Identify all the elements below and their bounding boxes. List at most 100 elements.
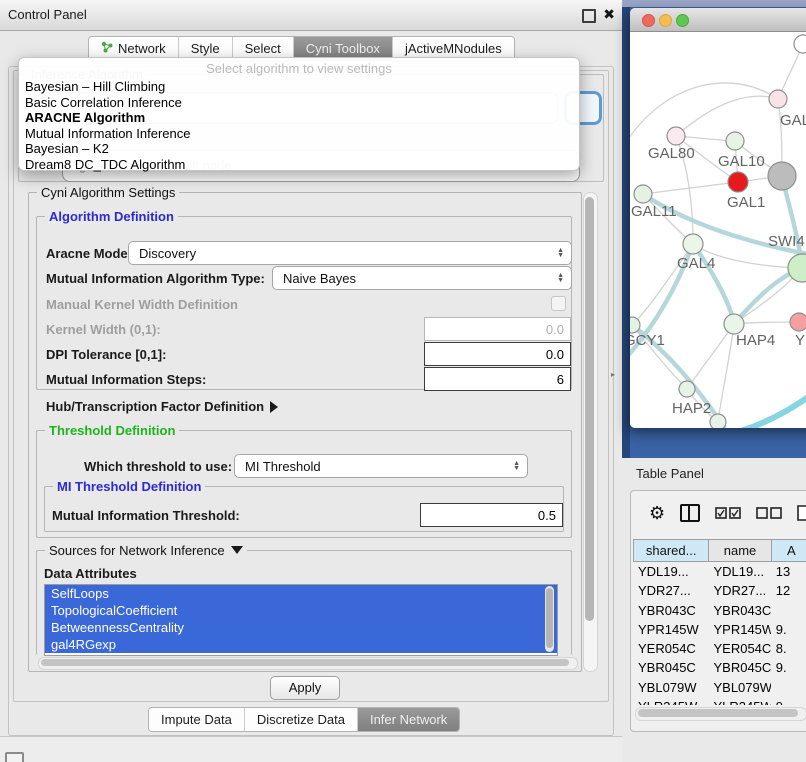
settings-hscrollbar[interactable] [38, 657, 578, 670]
network-node-gal11[interactable] [634, 185, 652, 203]
zoom-traffic-light[interactable] [676, 14, 689, 27]
attribute-item[interactable]: SelfLoops [45, 585, 557, 602]
table-toolbar: ⚙ [631, 491, 806, 535]
mi-steps-input[interactable]: 6 [424, 367, 571, 391]
select-all-icon[interactable] [715, 507, 741, 519]
table-row[interactable]: YER054CYER054C8. [633, 639, 806, 658]
network-node-swi4[interactable] [788, 254, 806, 282]
settings-gear-icon[interactable]: ⚙ [649, 504, 665, 522]
node-label: Y [795, 332, 805, 349]
settings-scrollbar[interactable] [583, 192, 598, 672]
table-cell: YBR045C [633, 658, 708, 677]
which-threshold-combo[interactable]: MI Threshold ▲▼ [234, 454, 528, 478]
algorithm-option[interactable]: Dream8 DC_TDC Algorithm [19, 157, 579, 173]
table-hscrollbar-thumb[interactable] [638, 709, 798, 717]
combo-spinner-icon: ▲▼ [557, 248, 571, 258]
mi-threshold-group-title: MI Threshold Definition [53, 479, 205, 494]
deselect-all-icon[interactable] [756, 507, 782, 519]
table-body: YDL19...YDL19...13YDR27...YDR27...12YBR0… [633, 562, 806, 705]
network-canvas[interactable]: GALGAL80GAL10GAL1GAL11GAL4SWI4GCY1HAP4YH… [630, 32, 806, 428]
close-traffic-light[interactable] [642, 14, 655, 27]
table-row[interactable]: YBL079WYBL079W [633, 678, 806, 697]
table-header-row: shared...nameA [633, 539, 806, 562]
attributes-scrollbar-thumb[interactable] [546, 588, 553, 648]
mi-type-combo[interactable]: Naive Bayes ▲▼ [272, 266, 572, 290]
settings-scrollbar-thumb[interactable] [585, 197, 594, 621]
attribute-item[interactable]: BetweennessCentrality [45, 619, 557, 636]
tab-impute-data[interactable]: Impute Data [149, 708, 245, 731]
node-label: GAL11 [631, 203, 677, 220]
algorithm-option[interactable]: Bayesian – Hill Climbing [19, 79, 579, 95]
split-view-icon[interactable] [680, 504, 700, 522]
sources-title-text: Sources for Network Inference [49, 543, 225, 558]
network-node-y[interactable] [790, 313, 806, 331]
network-node-gcy1[interactable] [630, 317, 640, 333]
restore-panel-icon[interactable] [5, 752, 24, 762]
network-node-gal[interactable] [769, 90, 787, 108]
table-cell: YDL19... [633, 562, 708, 581]
new-table-icon[interactable] [797, 505, 806, 521]
mi-type-value: Naive Bayes [273, 271, 557, 286]
column-header[interactable]: A [771, 539, 806, 562]
kernel-width-input[interactable]: 0.0 [424, 317, 571, 341]
sources-group-title[interactable]: Sources for Network Inference [45, 543, 247, 558]
control-panel: Control Panel ✖ NetworkStyleSelectCyni T… [0, 0, 622, 737]
network-node-hap2[interactable] [679, 381, 695, 397]
network-node-gal80[interactable] [667, 127, 685, 145]
attributes-scrollbar[interactable] [545, 586, 554, 652]
network-node[interactable] [768, 162, 796, 190]
node-table[interactable]: shared...nameA YDL19...YDL19...13YDR27..… [633, 539, 806, 705]
apply-button[interactable]: Apply [270, 676, 340, 700]
tab-infer-network[interactable]: Infer Network [358, 708, 459, 731]
table-row[interactable]: YPR145WYPR145W9. [633, 620, 806, 639]
tab-label: Cyni Toolbox [306, 41, 380, 56]
settings-hscrollbar-thumb[interactable] [41, 659, 569, 666]
dpi-tolerance-input[interactable]: 0.0 [424, 342, 571, 366]
desktop-top-strip [622, 0, 806, 7]
float-window-icon[interactable] [582, 9, 596, 23]
mi-threshold-input[interactable]: 0.5 [420, 503, 563, 527]
close-icon[interactable]: ✖ [603, 6, 615, 23]
node-label: GAL10 [718, 153, 765, 170]
network-node[interactable] [710, 414, 726, 428]
table-cell: YLR345W [708, 697, 770, 705]
algorithm-option[interactable]: Bayesian – K2 [19, 141, 579, 157]
window-shadow-edge [622, 7, 630, 458]
attribute-item[interactable]: TopologicalCoefficient [45, 602, 557, 619]
hub-section-label: Hub/Transcription Factor Definition [46, 399, 264, 414]
node-label: SWI4 [768, 233, 805, 250]
table-row[interactable]: YBR043CYBR043C [633, 601, 806, 620]
table-hscrollbar[interactable] [635, 707, 806, 721]
node-label: HAP2 [672, 400, 711, 417]
network-window-titlebar[interactable] [630, 8, 806, 32]
collapsed-arrow-icon [270, 401, 278, 413]
table-cell: YBR043C [708, 601, 770, 620]
algorithm-option[interactable]: Basic Correlation Inference [19, 95, 579, 111]
algorithm-option[interactable]: ARACNE Algorithm [19, 110, 579, 126]
table-cell: 9. [771, 697, 806, 705]
attribute-item[interactable]: gal4RGexp [45, 636, 557, 653]
panel-splitter-handle[interactable]: ▸ [611, 370, 615, 379]
network-node[interactable] [794, 35, 806, 53]
tab-discretize-data[interactable]: Discretize Data [245, 708, 358, 731]
table-cell: YBL079W [633, 678, 708, 697]
table-row[interactable]: YBR045CYBR045C9. [633, 658, 806, 677]
hub-section-toggle[interactable]: Hub/Transcription Factor Definition [46, 399, 278, 414]
network-node-gal4[interactable] [683, 234, 703, 254]
column-header[interactable]: name [708, 539, 770, 562]
manual-kernel-checkbox[interactable] [551, 296, 566, 311]
algorithm-option[interactable]: Mutual Information Inference [19, 126, 579, 142]
network-node-gal1[interactable] [728, 172, 748, 192]
table-row[interactable]: YLR345WYLR345W9. [633, 697, 806, 705]
minimize-traffic-light[interactable] [659, 14, 672, 27]
table-cell: YPR145W [708, 620, 770, 639]
aracne-mode-combo[interactable]: Discovery ▲▼ [128, 241, 572, 265]
data-attributes-list[interactable]: SelfLoopsTopologicalCoefficientBetweenne… [44, 584, 558, 656]
which-threshold-label: Which threshold to use: [84, 459, 232, 474]
table-row[interactable]: YDR27...YDR27...12 [633, 581, 806, 600]
table-row[interactable]: YDL19...YDL19...13 [633, 562, 806, 581]
network-node-hap4[interactable] [724, 314, 744, 334]
network-node-gal10[interactable] [726, 132, 744, 150]
column-header[interactable]: shared... [633, 539, 708, 562]
which-threshold-value: MI Threshold [235, 459, 513, 474]
